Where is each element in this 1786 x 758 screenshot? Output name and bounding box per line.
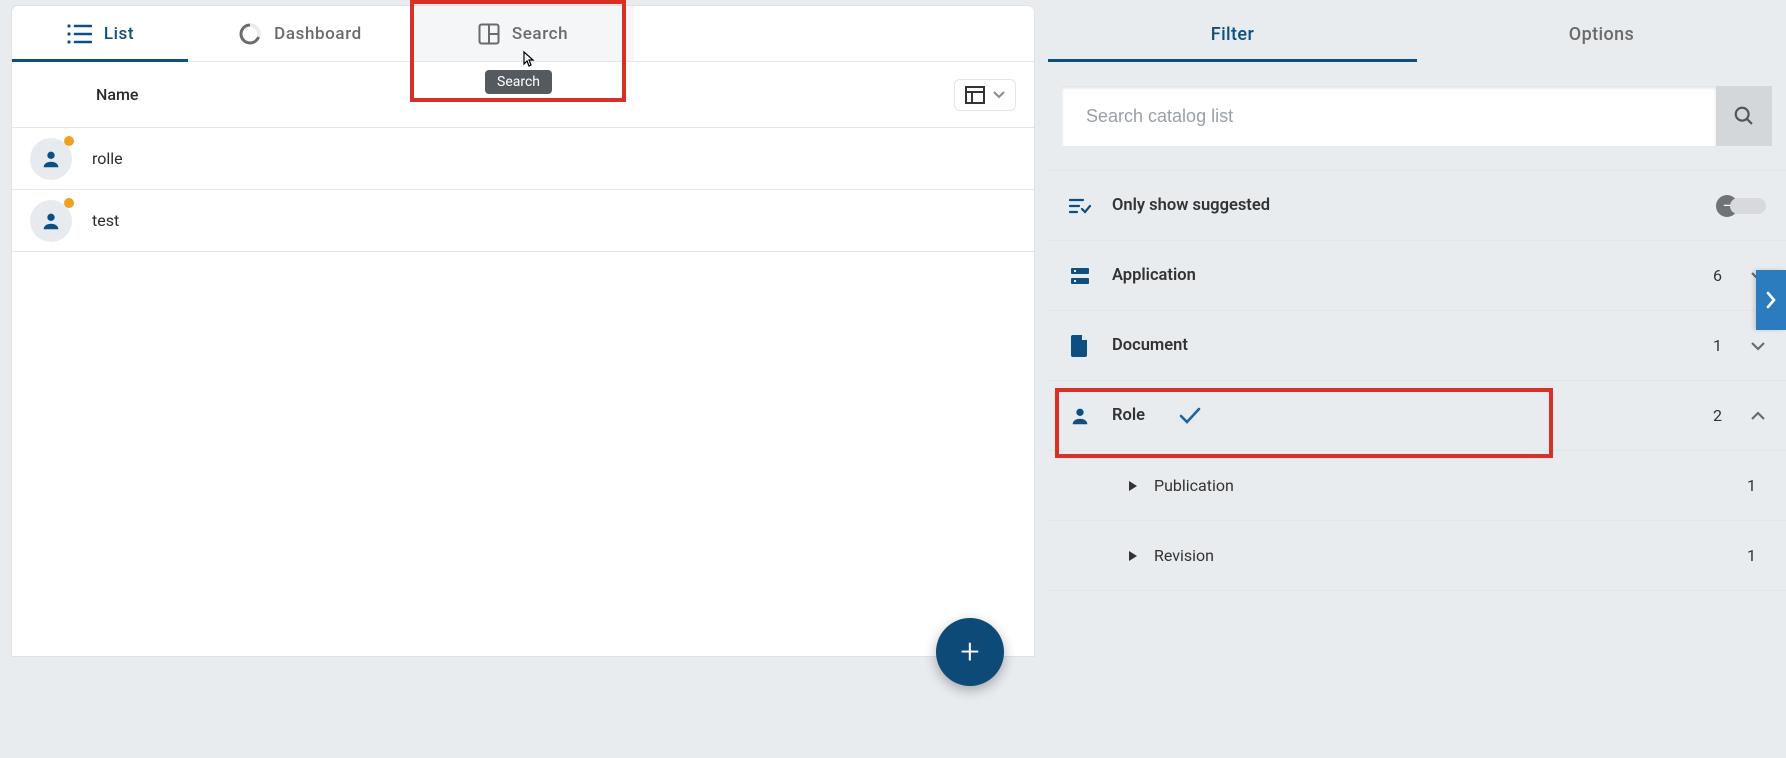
- facet-label: Only show suggested: [1112, 196, 1696, 215]
- facet-count: 6: [1713, 266, 1722, 285]
- subfacet-label: Revision: [1154, 546, 1731, 565]
- item-name: rolle: [92, 149, 123, 168]
- collapse-sidepanel-button[interactable]: [1756, 270, 1786, 330]
- tab-filter[interactable]: Filter: [1048, 6, 1417, 62]
- facet-label: Document: [1112, 336, 1693, 355]
- facet-list: Only show suggested − Application 6 Docu…: [1048, 170, 1786, 591]
- table-layout-icon: [965, 86, 985, 104]
- plus-icon: +: [960, 632, 979, 672]
- suggested-toggle[interactable]: −: [1716, 195, 1766, 217]
- tab-list[interactable]: List: [12, 6, 188, 61]
- avatar: [30, 138, 72, 180]
- subfacet-publication[interactable]: Publication 1: [1048, 451, 1786, 521]
- triangle-right-icon: [1128, 550, 1138, 562]
- chevron-down-icon: [1750, 341, 1766, 351]
- chevron-right-icon: [1765, 291, 1777, 309]
- role-icon: [1068, 405, 1092, 427]
- application-icon: [1068, 266, 1092, 286]
- subfacet-count: 1: [1747, 476, 1756, 495]
- document-icon: [1068, 335, 1092, 357]
- add-button[interactable]: +: [936, 618, 1004, 686]
- check-icon: [1179, 407, 1693, 425]
- item-name: test: [92, 211, 119, 230]
- panel-layout-icon: [478, 23, 500, 45]
- layout-select-button[interactable]: [954, 79, 1016, 111]
- list-item[interactable]: rolle: [12, 128, 1034, 190]
- person-icon: [40, 210, 62, 232]
- tab-search[interactable]: Search: [412, 6, 634, 61]
- column-header-name[interactable]: Name: [96, 85, 138, 104]
- facet-suggested[interactable]: Only show suggested −: [1048, 171, 1786, 241]
- facet-count: 2: [1713, 406, 1722, 425]
- facet-label: Application: [1112, 266, 1693, 285]
- tab-search-label: Search: [512, 24, 568, 44]
- tooltip-search: Search: [485, 70, 552, 94]
- facet-application[interactable]: Application 6: [1048, 241, 1786, 311]
- facet-count: 1: [1713, 336, 1722, 355]
- tab-options[interactable]: Options: [1417, 6, 1786, 62]
- dashboard-icon: [238, 22, 262, 46]
- facet-label: Role: [1112, 406, 1145, 425]
- list-item[interactable]: test: [12, 190, 1034, 252]
- facet-document[interactable]: Document 1: [1048, 311, 1786, 381]
- tab-dashboard[interactable]: Dashboard: [188, 6, 412, 61]
- triangle-right-icon: [1128, 480, 1138, 492]
- subfacet-revision[interactable]: Revision 1: [1048, 521, 1786, 591]
- tab-dashboard-label: Dashboard: [274, 24, 362, 44]
- main-tabbar: List Dashboard Search: [12, 6, 1034, 62]
- facet-role[interactable]: Role 2: [1048, 381, 1786, 451]
- subfacet-label: Publication: [1154, 476, 1731, 495]
- person-icon: [40, 148, 62, 170]
- search-icon: [1733, 105, 1755, 127]
- tab-filter-label: Filter: [1211, 24, 1255, 45]
- catalog-search-button[interactable]: [1716, 86, 1772, 146]
- suggested-icon: [1068, 197, 1092, 215]
- subfacet-count: 1: [1747, 546, 1756, 565]
- main-panel: List Dashboard Search Name: [12, 6, 1034, 656]
- tab-list-label: List: [104, 24, 134, 44]
- chevron-up-icon: [1750, 411, 1766, 421]
- avatar: [30, 200, 72, 242]
- catalog-search: [1062, 86, 1772, 146]
- list-icon: [66, 23, 92, 45]
- tab-options-label: Options: [1569, 24, 1634, 45]
- side-tabbar: Filter Options: [1048, 6, 1786, 62]
- caret-down-icon: [993, 91, 1005, 99]
- side-panel: Filter Options Only show suggested −: [1048, 6, 1786, 758]
- catalog-search-input[interactable]: [1062, 86, 1716, 146]
